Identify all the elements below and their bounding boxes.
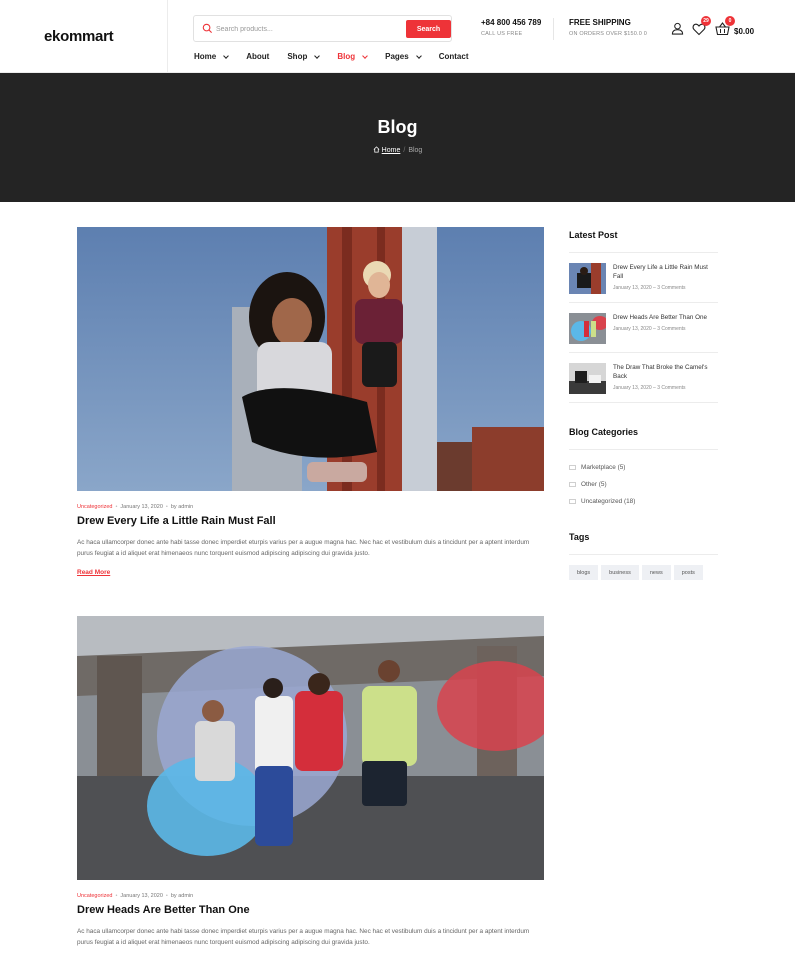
folder-icon [569,499,576,504]
nav-item-pages[interactable]: Pages [385,52,422,61]
tags-widget: Tags blogs business news posts [569,532,718,580]
latest-post-item[interactable]: Drew Every Life a Little Rain Must Fall … [569,253,718,303]
sidebar: Latest Post Drew Every Life a Little Rai… [569,230,718,580]
nav-item-contact[interactable]: Contact [439,52,469,61]
nav-label: About [246,52,270,61]
latest-post-link[interactable]: Drew Every Life a Little Rain Must Fall [613,263,718,281]
chevron-down-icon [362,52,368,59]
latest-post-meta: January 13, 2020 – 3 Comments [613,326,686,332]
post-image[interactable] [77,616,544,880]
post-excerpt: Ac haca ullamcorper donec ante habi tass… [77,928,530,946]
post-title[interactable]: Drew Every Life a Little Rain Must Fall [77,515,544,527]
post-meta: Uncategorized • January 13, 2020 • by admin [77,893,194,899]
user-icon[interactable] [671,22,684,35]
blog-post: Uncategorized • January 13, 2020 • by admin … [77,227,544,579]
post-date: January 13, 2020 [120,504,163,510]
post-category[interactable]: Uncategorized [77,504,112,510]
breadcrumb-current: Blog [408,147,423,154]
latest-post-meta: January 13, 2020 – 3 Comments [613,285,686,291]
nav-label: Contact [438,52,469,61]
search-icon [202,23,213,34]
nav-label: Blog [337,52,356,61]
tag-item[interactable]: news [641,565,671,580]
nav-item-home[interactable]: Home [194,52,230,61]
wishlist-button[interactable]: 29 [692,16,711,36]
home-icon [373,146,380,153]
latest-post-list: Drew Every Life a Little Rain Must Fall … [569,253,718,403]
tag-list: blogs business news posts [569,565,718,580]
post-date: January 13, 2020 [120,893,163,899]
post-category[interactable]: Uncategorized [77,893,112,899]
phone-contact: +84 800 456 789 CALL US FREE [481,18,541,37]
search-button[interactable]: Search [406,20,451,38]
category-label: Marketplace (5) [581,464,626,471]
blog-post: Uncategorized • January 13, 2020 • by admin … [77,616,544,948]
latest-post-item[interactable]: The Draw That Broke the Camel's Back Jan… [569,353,718,403]
breadcrumb: Home / Blog [0,146,795,154]
latest-post-thumbnail[interactable] [569,263,606,294]
breadcrumb-separator: / [403,147,406,154]
blog-categories-widget: Blog Categories Marketplace (5) Other (5… [569,427,718,510]
search-input[interactable] [216,21,396,37]
main-nav: Home About Shop Blog Pages Contact [194,52,486,61]
shipping-title: FREE SHIPPING [569,18,631,27]
latest-post-meta: January 13, 2020 – 3 Comments [613,385,686,391]
post-title[interactable]: Drew Heads Are Better Than One [77,904,544,916]
post-author[interactable]: by admin [171,893,193,899]
tag-item[interactable]: posts [673,565,703,580]
chevron-down-icon [415,52,422,59]
nav-label: Home [194,52,217,61]
category-label: Uncategorized (18) [581,498,636,505]
phone-number[interactable]: +84 800 456 789 [481,18,541,27]
post-image[interactable] [77,227,544,491]
shipping-caption: ON ORDERS OVER $150.0 0 [569,31,647,37]
folder-icon [569,482,576,487]
post-excerpt: Ac haca ullamcorper donec ante habi tass… [77,539,530,557]
tags-title: Tags [569,532,718,555]
chevron-down-icon [223,52,230,59]
category-list: Marketplace (5) Other (5) Uncategorized … [569,459,718,510]
folder-icon [569,465,576,470]
page-title: Blog [377,117,418,137]
phone-caption: CALL US FREE [481,31,523,37]
post-meta: Uncategorized • January 13, 2020 • by admin [77,504,194,510]
page-banner: Blog Home / Blog [0,73,795,202]
wishlist-count-badge: 29 [701,16,711,26]
category-item[interactable]: Other (5) [569,476,718,493]
cart-count-badge: 0 [725,16,735,26]
shipping-info: FREE SHIPPING ON ORDERS OVER $150.0 0 [569,18,647,37]
latest-post-link[interactable]: The Draw That Broke the Camel's Back [613,363,718,381]
read-more-link[interactable]: Read More [77,569,110,576]
nav-label: Shop [287,52,308,61]
latest-post-link[interactable]: Drew Heads Are Better Than One [613,313,707,322]
site-logo[interactable]: ekommart [44,28,114,45]
category-item[interactable]: Marketplace (5) [569,459,718,476]
breadcrumb-home[interactable]: Home [382,147,401,154]
category-label: Other (5) [581,481,607,488]
category-item[interactable]: Uncategorized (18) [569,493,718,510]
post-author[interactable]: by admin [171,504,193,510]
blog-categories-title: Blog Categories [569,427,718,450]
logo-area: ekommart [0,0,168,72]
nav-item-shop[interactable]: Shop [287,52,321,61]
chevron-down-icon [314,52,321,59]
tag-item[interactable]: business [601,565,639,580]
header-divider [553,18,554,40]
latest-post-thumbnail[interactable] [569,313,606,344]
latest-post-thumbnail[interactable] [569,363,606,394]
nav-item-about[interactable]: About [246,52,269,61]
tag-item[interactable]: blogs [569,565,599,580]
site-header: ekommart Search +84 800 456 789 CALL US … [0,0,795,73]
cart-total[interactable]: $0.00 [734,27,754,36]
nav-item-blog[interactable]: Blog [337,52,368,61]
search-box: Search [193,15,452,42]
latest-post-item[interactable]: Drew Heads Are Better Than One January 1… [569,303,718,353]
latest-post-title: Latest Post [569,230,718,253]
cart-button[interactable]: 0 [715,16,735,36]
nav-label: Pages [385,52,409,61]
